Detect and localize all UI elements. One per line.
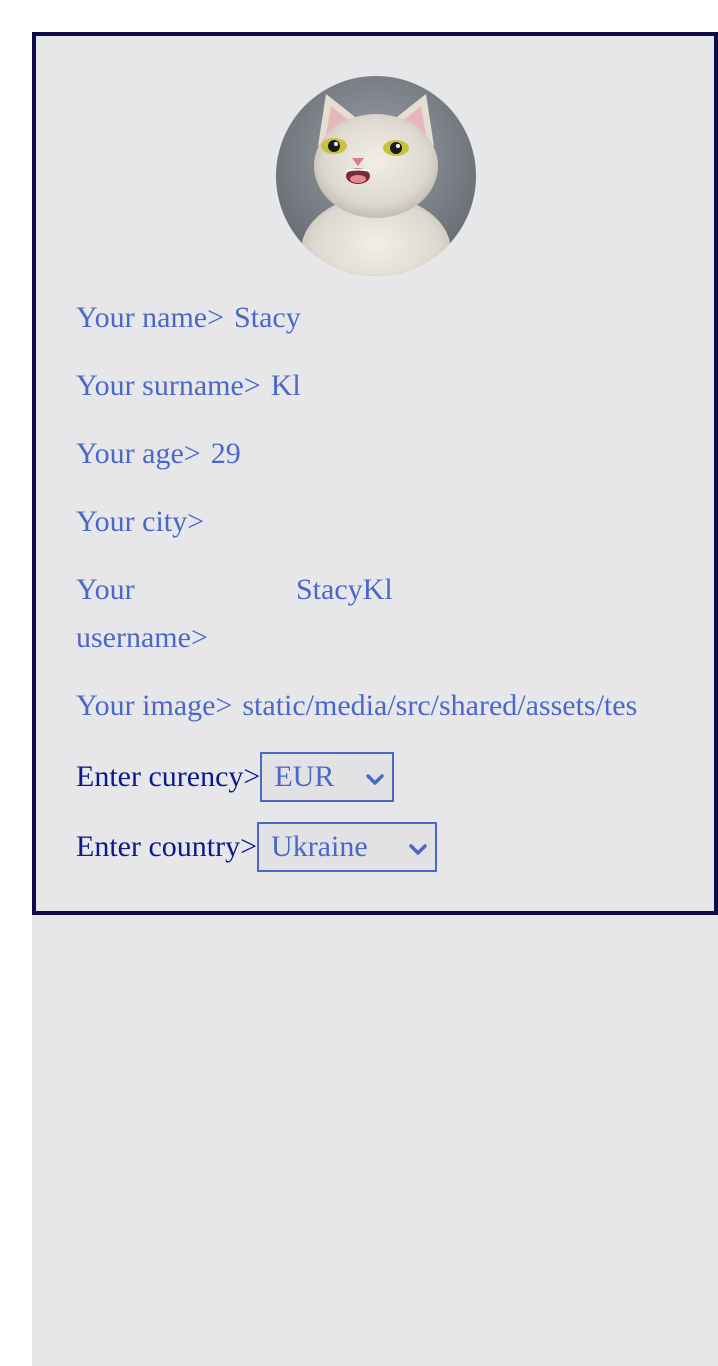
field-row-age: Your age> 29 (76, 430, 241, 478)
cat-avatar-image (276, 76, 476, 276)
field-value: Stacy (234, 301, 301, 334)
field-value: Kl (270, 369, 301, 402)
field-label: Your name> (76, 301, 225, 334)
field-label: Your surname> (76, 369, 261, 402)
field-value: StacyKl (296, 573, 393, 606)
field-label: Your age> (76, 437, 201, 470)
field-label: Your city> (76, 505, 205, 538)
country-selected-value: Ukraine (271, 830, 368, 863)
field-row-city: Your city> (76, 498, 214, 546)
field-value: static/media/src/shared/assets/tes (242, 689, 638, 722)
currency-row: Enter curency> EUR (76, 752, 395, 802)
currency-label: Enter curency> (76, 760, 261, 793)
field-label: Your image> (76, 689, 233, 722)
avatar (276, 76, 476, 276)
currency-selected-value: EUR (274, 760, 335, 793)
field-row-image: Your image> static/media/src/shared/asset… (76, 682, 637, 730)
country-label: Enter country> (76, 830, 258, 863)
field-value: 29 (210, 437, 241, 470)
profile-card: Your name> Stacy Your surname> Kl Your age… (32, 32, 718, 915)
country-select[interactable]: Ukraine (257, 822, 438, 872)
country-row: Enter country> Ukraine (76, 822, 438, 872)
field-row-username: Your username> StacyKl (76, 566, 393, 662)
chevron-down-icon (409, 823, 427, 871)
currency-select[interactable]: EUR (260, 752, 395, 802)
chevron-down-icon (366, 753, 385, 801)
field-row-name: Your name> Stacy (76, 294, 301, 342)
field-label: Your username> (76, 573, 208, 654)
field-row-surname: Your surname> Kl (76, 362, 301, 410)
